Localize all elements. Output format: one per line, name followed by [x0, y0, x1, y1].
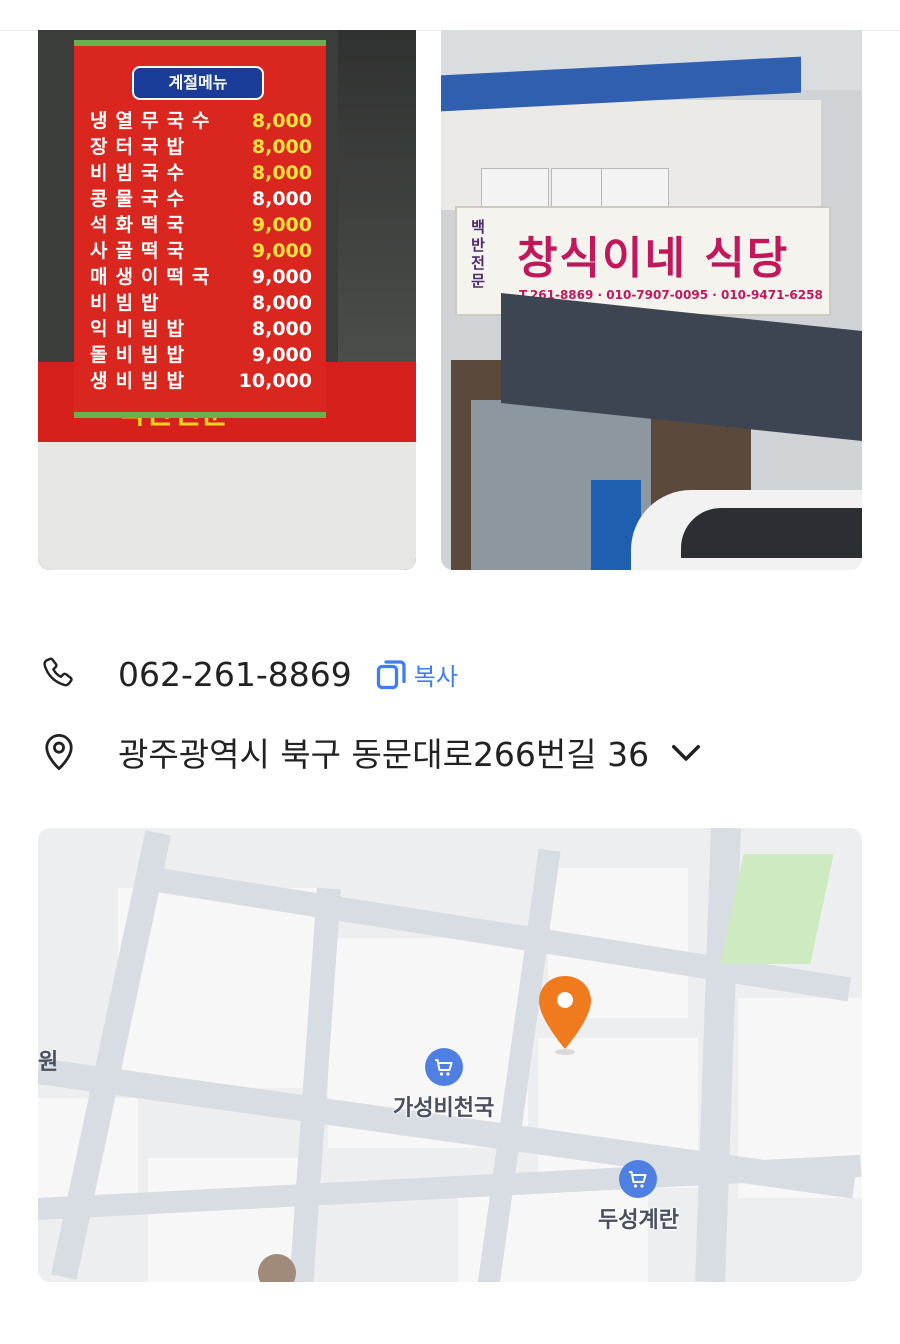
phone-number[interactable]: 062-261-8869 [118, 655, 352, 694]
menu-item-name: 생비빔밥 [90, 370, 192, 392]
map-view[interactable]: 원 가성비천국 두성계란 [38, 828, 862, 1282]
menu-item-price: 8,000 [251, 162, 312, 184]
menu-board-photo[interactable]: 국산전문 계절메뉴 냉열무국수8,000장터국밥8,000비빔국수8,000콩물… [38, 30, 416, 570]
storefront-photo[interactable]: 백반전문 창식이네 식당 T.261-8869 · 010-7907-0095 … [441, 30, 862, 570]
menu-item-name: 비빔밥 [90, 292, 167, 314]
menu-row: 익비빔밥 8,000 [90, 316, 312, 342]
menu-item-price: 9,000 [251, 344, 312, 366]
phone-icon [43, 657, 73, 687]
menu-item-price: 9,000 [251, 214, 312, 236]
poi-duseong[interactable]: 두성계란 [598, 1160, 679, 1234]
menu-item-name: 장터국밥 [90, 136, 192, 158]
menu-item-price: 9,000 [251, 266, 312, 288]
sign-subtitle: 백반전문 [471, 218, 485, 290]
menu-item-name: 익비빔밥 [90, 318, 192, 340]
menu-row: 매생이떡국 9,000 [90, 264, 312, 290]
menu-row: 비빔밥 8,000 [90, 290, 312, 316]
copy-icon [376, 660, 406, 690]
copy-button[interactable]: 복사 [374, 656, 458, 692]
menu-item-price: 10,000 [238, 370, 312, 392]
location-marker-icon[interactable] [536, 974, 594, 1056]
menu-item-price: 8,000 [251, 188, 312, 210]
poi-gaseongbi[interactable]: 가성비천국 [393, 1048, 494, 1122]
menu-item-price: 8,000 [251, 318, 312, 340]
menu-row: 사골떡국 9,000 [90, 238, 312, 264]
sign-name: 창식이네 식당 [517, 233, 790, 284]
menu-row: 냉열무국수 8,000 [90, 108, 312, 134]
address-text: 광주광역시 북구 동문대로266번길 36 [118, 735, 650, 774]
poi-label: 두성계란 [598, 1208, 679, 1233]
menu-row: 돌비빔밥 9,000 [90, 342, 312, 368]
map-edge-label: 원 [38, 1050, 59, 1075]
menu-row: 콩물국수 8,000 [90, 186, 312, 212]
menu-list: 냉열무국수 8,000 장터국밥 8,000 비빔국수 8,000 콩물국수 8,000 석화떡… [90, 108, 312, 394]
menu-item-name: 돌비빔밥 [90, 344, 192, 366]
cart-icon [619, 1160, 658, 1198]
cart-icon [424, 1048, 463, 1086]
phone-row: 062-261-8869 복사 [38, 646, 458, 702]
menu-board-title: 계절메뉴 [132, 66, 264, 100]
menu-item-name: 매생이떡국 [90, 266, 218, 288]
menu-item-name: 석화떡국 [90, 214, 192, 236]
menu-row: 생비빔밥 10,000 [90, 368, 312, 394]
menu-board: 계절메뉴 냉열무국수 8,000 장터국밥 8,000 비빔국수 8,000 콩물국수 8,0… [74, 40, 326, 418]
menu-item-name: 콩물국수 [90, 188, 192, 210]
menu-item-price: 8,000 [251, 136, 312, 158]
chevron-down-icon[interactable] [665, 731, 707, 773]
location-pin-icon [45, 733, 73, 771]
address-row[interactable]: 광주광역시 북구 동문대로266번길 36 [38, 724, 707, 780]
copy-label: 복사 [413, 662, 458, 691]
menu-item-name: 비빔국수 [90, 162, 192, 184]
menu-item-name: 사골떡국 [90, 240, 192, 262]
menu-item-price: 8,000 [251, 110, 312, 132]
photo-gallery: 국산전문 계절메뉴 냉열무국수8,000장터국밥8,000비빔국수8,000콩물… [38, 30, 862, 570]
menu-item-name: 냉열무국수 [90, 110, 218, 132]
menu-row: 석화떡국 9,000 [90, 212, 312, 238]
menu-item-price: 9,000 [251, 240, 312, 262]
poi-label: 가성비천국 [393, 1096, 495, 1121]
menu-item-price: 8,000 [251, 292, 312, 314]
menu-row: 장터국밥 8,000 [90, 134, 312, 160]
menu-row: 비빔국수 8,000 [90, 160, 312, 186]
